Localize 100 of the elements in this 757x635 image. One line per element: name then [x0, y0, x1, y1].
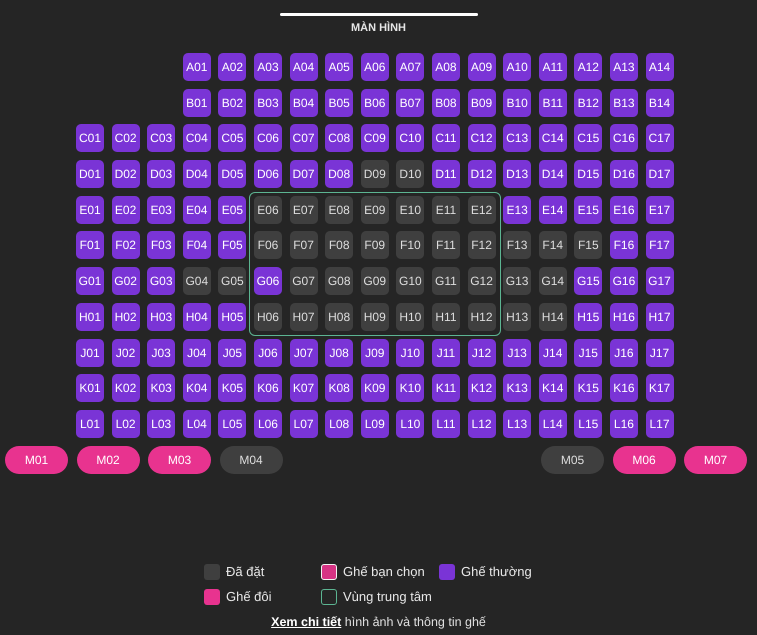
seat-button[interactable]: J14 — [538, 338, 567, 366]
seat-button[interactable]: J08 — [325, 338, 354, 366]
seat-button[interactable]: H08 — [325, 302, 354, 331]
seat-button[interactable]: G10 — [396, 267, 424, 296]
seat-button[interactable]: K01 — [76, 374, 104, 402]
seat-button[interactable]: C10 — [396, 124, 424, 152]
seat-button[interactable]: F12 — [468, 231, 496, 260]
seat-button[interactable]: E15 — [574, 196, 602, 224]
seat-button[interactable]: A03 — [254, 53, 282, 81]
seat-button[interactable]: B10 — [503, 88, 532, 117]
seat-button[interactable]: K08 — [325, 374, 354, 402]
seat-button[interactable]: B08 — [432, 88, 460, 117]
seat-button[interactable]: L05 — [218, 410, 246, 438]
seat-button[interactable]: C09 — [360, 124, 389, 152]
seat-button[interactable]: F09 — [360, 231, 389, 260]
seat-button[interactable]: G16 — [610, 267, 638, 296]
seat-button[interactable]: G17 — [646, 267, 674, 296]
seat-button[interactable]: B11 — [538, 88, 567, 117]
seat-button[interactable]: H13 — [503, 302, 532, 331]
seat-button[interactable]: C16 — [610, 124, 638, 152]
seat-button[interactable]: G07 — [290, 267, 318, 296]
seat-button[interactable]: C13 — [503, 124, 532, 152]
seat-button[interactable]: D08 — [325, 160, 354, 188]
seat-button[interactable]: C15 — [574, 124, 602, 152]
seat-button[interactable]: J03 — [147, 338, 176, 366]
seat-button[interactable]: B03 — [254, 88, 282, 117]
couple-seat-button[interactable]: M05 — [541, 446, 604, 474]
seat-button[interactable]: D02 — [112, 160, 140, 188]
seat-button[interactable]: E07 — [290, 196, 318, 224]
seat-button[interactable]: B07 — [396, 88, 424, 117]
seat-button[interactable]: D09 — [360, 160, 389, 188]
seat-button[interactable]: K17 — [646, 374, 674, 402]
seat-button[interactable]: A05 — [325, 53, 354, 81]
seat-button[interactable]: G08 — [325, 267, 354, 296]
seat-button[interactable]: L08 — [325, 410, 354, 438]
seat-button[interactable]: L17 — [646, 410, 674, 438]
seat-button[interactable]: L15 — [574, 410, 602, 438]
seat-button[interactable]: A01 — [182, 53, 211, 81]
seat-button[interactable]: K13 — [503, 374, 532, 402]
seat-button[interactable]: J05 — [218, 338, 246, 366]
seat-button[interactable]: J11 — [432, 338, 460, 366]
seat-button[interactable]: A13 — [610, 53, 638, 81]
seat-button[interactable]: D10 — [396, 160, 424, 188]
seat-button[interactable]: H10 — [396, 302, 424, 331]
seat-button[interactable]: H03 — [147, 302, 176, 331]
seat-button[interactable]: F06 — [254, 231, 282, 260]
seat-button[interactable]: J09 — [360, 338, 389, 366]
seat-button[interactable]: H02 — [112, 302, 140, 331]
seat-button[interactable]: J12 — [468, 338, 496, 366]
seat-button[interactable]: J06 — [254, 338, 282, 366]
seat-button[interactable]: B01 — [182, 88, 211, 117]
seat-button[interactable]: H06 — [254, 302, 282, 331]
seat-button[interactable]: E09 — [360, 196, 389, 224]
seat-button[interactable]: A10 — [503, 53, 532, 81]
seat-button[interactable]: L09 — [360, 410, 389, 438]
seat-button[interactable]: F11 — [432, 231, 460, 260]
seat-button[interactable]: K06 — [254, 374, 282, 402]
seat-button[interactable]: G12 — [468, 267, 496, 296]
seat-button[interactable]: H04 — [182, 302, 211, 331]
seat-button[interactable]: K03 — [147, 374, 176, 402]
seat-button[interactable]: L01 — [76, 410, 104, 438]
seat-button[interactable]: J04 — [182, 338, 211, 366]
seat-button[interactable]: F10 — [396, 231, 424, 260]
seat-button[interactable]: L02 — [112, 410, 140, 438]
seat-button[interactable]: D07 — [290, 160, 318, 188]
seat-button[interactable]: B13 — [610, 88, 638, 117]
seat-button[interactable]: H05 — [218, 302, 246, 331]
seat-button[interactable]: J17 — [646, 338, 674, 366]
seat-button[interactable]: E05 — [218, 196, 246, 224]
seat-button[interactable]: H09 — [360, 302, 389, 331]
seat-button[interactable]: A12 — [574, 53, 602, 81]
seat-button[interactable]: J02 — [112, 338, 140, 366]
seat-button[interactable]: H14 — [538, 302, 567, 331]
seat-button[interactable]: L11 — [432, 410, 460, 438]
seat-button[interactable]: G13 — [503, 267, 532, 296]
seat-button[interactable]: E12 — [468, 196, 496, 224]
seat-button[interactable]: E06 — [254, 196, 282, 224]
seat-button[interactable]: C02 — [112, 124, 140, 152]
seat-button[interactable]: C01 — [76, 124, 104, 152]
seat-button[interactable]: K14 — [538, 374, 567, 402]
seat-button[interactable]: L04 — [182, 410, 211, 438]
seat-button[interactable]: A02 — [218, 53, 246, 81]
seat-button[interactable]: K04 — [182, 374, 211, 402]
seat-button[interactable]: D03 — [147, 160, 176, 188]
seat-button[interactable]: F07 — [290, 231, 318, 260]
couple-seat-button[interactable]: M02 — [76, 446, 140, 474]
seat-button[interactable]: C03 — [147, 124, 176, 152]
seat-button[interactable]: A11 — [538, 53, 567, 81]
seat-button[interactable]: L03 — [147, 410, 176, 438]
seat-button[interactable]: E14 — [538, 196, 567, 224]
couple-seat-button[interactable]: M01 — [5, 446, 68, 474]
couple-seat-button[interactable]: M06 — [612, 446, 676, 474]
couple-seat-button[interactable]: M04 — [220, 446, 282, 474]
seat-button[interactable]: J01 — [76, 338, 104, 366]
seat-button[interactable]: G06 — [254, 267, 282, 296]
seat-button[interactable]: L10 — [396, 410, 424, 438]
seat-button[interactable]: B02 — [218, 88, 246, 117]
seat-button[interactable]: D04 — [182, 160, 211, 188]
seat-button[interactable]: E02 — [112, 196, 140, 224]
seat-button[interactable]: F17 — [646, 231, 674, 260]
